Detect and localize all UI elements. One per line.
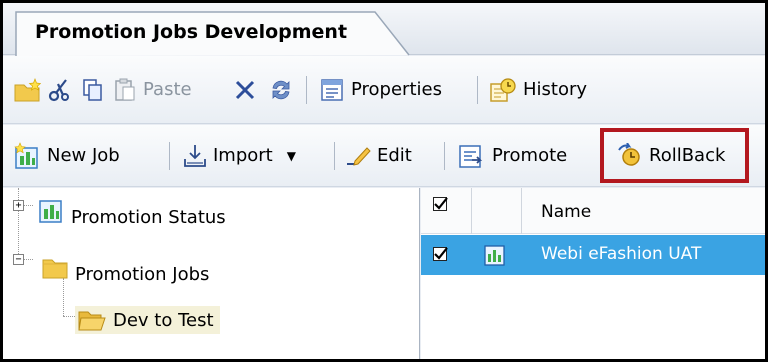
- promote-button[interactable]: Promote: [458, 125, 567, 186]
- toolbar-separator: [306, 76, 307, 104]
- scissors-icon: [48, 78, 69, 101]
- tree-connector: [63, 316, 75, 317]
- pencil-icon: [347, 146, 371, 166]
- properties-button[interactable]: Properties: [319, 56, 442, 123]
- delete-x-icon: [235, 80, 255, 99]
- paste-button[interactable]: Paste: [113, 56, 192, 123]
- tree-connector: [18, 210, 19, 254]
- table-row[interactable]: Webi eFashion UAT: [421, 235, 765, 275]
- tab-strip: Promotion Jobs Development: [3, 3, 765, 56]
- history-icon: [490, 77, 516, 102]
- toolbar-separator: [444, 142, 445, 170]
- tree-item-label: Dev to Test: [113, 309, 214, 331]
- paste-label: Paste: [143, 79, 192, 100]
- properties-label: Properties: [351, 79, 442, 100]
- import-label: Import: [213, 145, 273, 166]
- edit-button[interactable]: Edit: [345, 125, 412, 186]
- new-folder-icon: [14, 77, 41, 101]
- rollback-highlight-box: [600, 128, 749, 183]
- import-dropdown-button[interactable]: Import ▼: [183, 125, 296, 186]
- promote-icon: [459, 144, 483, 168]
- cut-button[interactable]: [48, 56, 72, 123]
- refresh-icon: [272, 80, 290, 99]
- job-icon: [484, 245, 505, 266]
- folder-icon: [42, 259, 68, 278]
- column-header-name[interactable]: Name: [541, 202, 591, 222]
- copy-button[interactable]: [81, 56, 105, 123]
- promote-label: Promote: [492, 145, 568, 166]
- tab-title: Promotion Jobs Development: [35, 21, 348, 43]
- refresh-button[interactable]: [268, 56, 294, 123]
- new-job-label: New Job: [47, 145, 120, 166]
- grid-header: Name: [421, 188, 765, 234]
- job-name-cell: Webi eFashion UAT: [541, 244, 702, 264]
- folder-tree: + Promotion Status − Promotion Jobs Dev …: [3, 188, 420, 359]
- history-label: History: [523, 79, 588, 100]
- clipboard-icon: [115, 78, 135, 101]
- column-separator: [521, 188, 522, 234]
- properties-icon: [321, 78, 343, 101]
- tree-item-label: Promotion Status: [71, 207, 226, 228]
- chevron-down-icon: ▼: [286, 148, 296, 163]
- toolbar-separator: [334, 142, 335, 170]
- new-job-icon: [14, 141, 38, 169]
- open-folder-icon: [78, 311, 106, 331]
- tree-connector: [23, 259, 33, 260]
- delete-button[interactable]: [233, 56, 257, 123]
- column-separator: [471, 188, 472, 234]
- promotion-status-icon: [39, 199, 62, 223]
- import-icon: [184, 144, 206, 167]
- new-folder-button[interactable]: [13, 56, 41, 123]
- toolbar-separator: [477, 76, 478, 104]
- tree-connector: [23, 205, 33, 206]
- toolbar-separator: [169, 142, 170, 170]
- jobs-grid: Name Webi eFashion UAT: [421, 188, 765, 359]
- expand-toggle-promotion-status[interactable]: +: [13, 200, 24, 211]
- tree-item-promotion-status[interactable]: Promotion Status: [37, 193, 226, 228]
- tree-item-dev-to-test[interactable]: Dev to Test: [75, 306, 220, 334]
- new-job-button[interactable]: New Job: [13, 125, 120, 186]
- edit-toolbar: Paste Properties History: [3, 56, 765, 124]
- tree-item-label: Promotion Jobs: [75, 264, 210, 285]
- promotion-management-window: Promotion Jobs Development Paste Propert…: [0, 0, 768, 362]
- edit-label: Edit: [377, 145, 412, 166]
- collapse-toggle-promotion-jobs[interactable]: −: [13, 254, 24, 265]
- row-checkbox[interactable]: [433, 247, 448, 261]
- tree-item-promotion-jobs[interactable]: Promotion Jobs: [41, 248, 209, 285]
- select-all-checkbox[interactable]: [433, 197, 448, 211]
- copy-icon: [83, 78, 102, 101]
- job-toolbar: New Job Import ▼ Edit Promote RollBack: [3, 125, 765, 187]
- history-button[interactable]: History: [489, 56, 587, 123]
- tab-promotion-jobs-development[interactable]: Promotion Jobs Development: [15, 11, 410, 56]
